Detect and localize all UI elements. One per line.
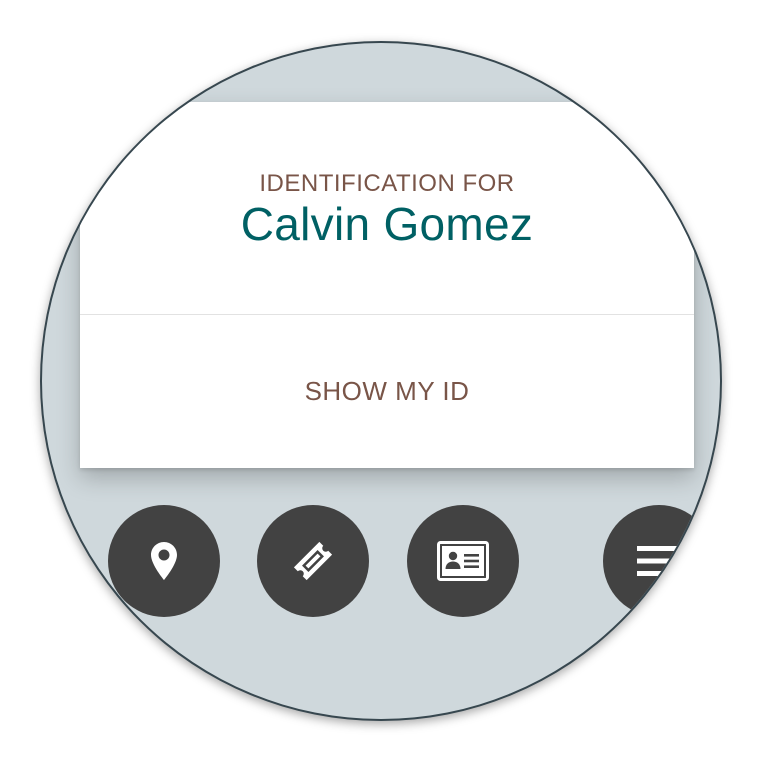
card-header: IDENTIFICATION FOR Calvin Gomez bbox=[80, 102, 694, 314]
show-my-id-button[interactable]: SHOW MY ID bbox=[80, 315, 694, 468]
tickets-button[interactable] bbox=[257, 505, 369, 617]
menu-icon bbox=[637, 543, 681, 579]
card-kicker: IDENTIFICATION FOR bbox=[259, 170, 515, 197]
map-button[interactable] bbox=[108, 505, 220, 617]
id-card-button[interactable] bbox=[407, 505, 519, 617]
map-marker-icon bbox=[150, 541, 178, 581]
identification-card: IDENTIFICATION FOR Calvin Gomez SHOW MY … bbox=[80, 102, 694, 468]
id-card-icon bbox=[437, 541, 489, 581]
holder-name: Calvin Gomez bbox=[240, 198, 534, 250]
watch-face: IDENTIFICATION FOR Calvin Gomez SHOW MY … bbox=[40, 41, 722, 721]
ticket-icon bbox=[289, 537, 337, 585]
screen: IDENTIFICATION FOR Calvin Gomez SHOW MY … bbox=[0, 0, 760, 760]
menu-button[interactable] bbox=[603, 505, 715, 617]
